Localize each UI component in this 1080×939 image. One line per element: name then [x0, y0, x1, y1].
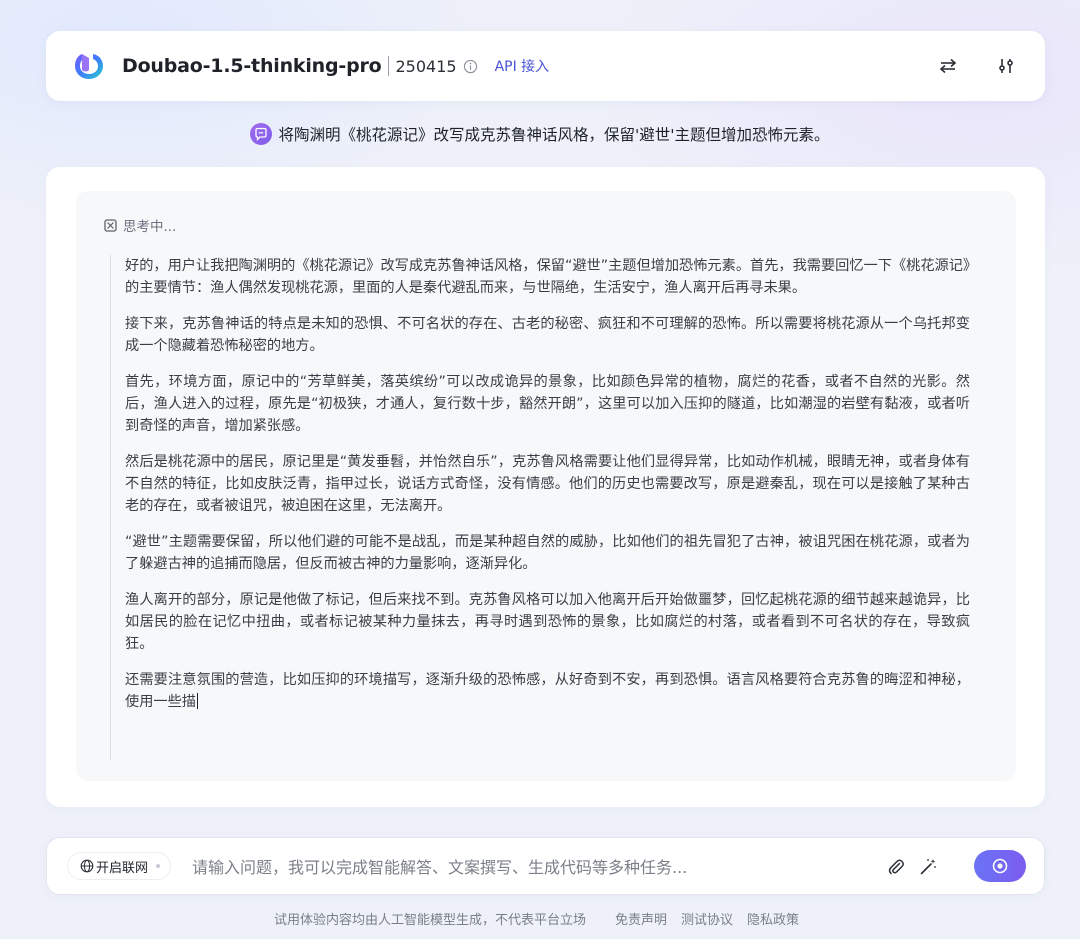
thinking-paragraph: 首先，环境方面，原记中的“芳草鲜美，落英缤纷”可以改成诡异的景象，比如颜色异常的…: [125, 374, 970, 434]
switch-arrows-icon[interactable]: [935, 53, 961, 79]
toggle-indicator-dot: [156, 864, 161, 868]
user-message: 将陶渊明《桃花源记》改写成克苏鲁神话风格，保留'避世'主题但增加恐怖元素。: [0, 118, 1080, 150]
model-version: 250415: [395, 56, 457, 76]
thinking-paragraph: 渔人离开的部分，原记是他做了标记，但后来找不到。克苏鲁风格可以加入他离开后开始做…: [125, 592, 970, 652]
chat-input[interactable]: [192, 852, 882, 882]
api-access-link[interactable]: API 接入: [495, 56, 550, 76]
thinking-paragraph: 接下来，克苏鲁神话的特点是未知的恐惧、不可名状的存在、古老的秘密、疯狂和不可理解…: [125, 316, 970, 354]
thinking-paragraph-last: 还需要注意氛围的营造，比如压抑的环境描写，逐渐升级的恐怖感，从好奇到不安，再到恐…: [125, 669, 970, 713]
paperclip-icon[interactable]: [885, 856, 907, 878]
thinking-panel: 思考中... 好的，用户让我把陶渊明的《桃花源记》改写成克苏鲁神话风格，保留“避…: [76, 191, 1016, 781]
thinking-status[interactable]: 思考中...: [104, 215, 176, 235]
doubao-logo-icon: [72, 49, 106, 83]
send-icon: [992, 858, 1008, 874]
footer-disclaimer: 试用体验内容均由人工智能模型生成，不代表平台立场: [273, 912, 586, 928]
header-actions: [935, 31, 1019, 101]
info-icon[interactable]: [463, 58, 479, 74]
web-search-toggle[interactable]: 开启联网: [67, 852, 172, 880]
footer-link-privacy-policy[interactable]: 隐私政策: [747, 909, 799, 928]
thinking-paragraph-text: 还需要注意氛围的营造，比如压抑的环境描写，逐渐升级的恐怖感，从好奇到不安，再到恐…: [125, 672, 970, 710]
settings-sliders-icon[interactable]: [993, 53, 1019, 79]
footer-link-test-agreement[interactable]: 测试协议: [681, 909, 733, 928]
thinking-paragraph: “避世”主题需要保留，所以他们避的可能不是战乱，而是某种超自然的威胁，比如他们的…: [125, 534, 970, 572]
thinking-status-label: 思考中...: [123, 219, 177, 235]
typing-caret: [196, 693, 198, 709]
thinking-icon: [104, 218, 117, 232]
thinking-paragraph: 然后是桃花源中的居民，原记里是“黄发垂髫，并怡然自乐”，克苏鲁风格需要让他们显得…: [125, 454, 970, 514]
divider: [387, 56, 389, 76]
web-search-label: 开启联网: [96, 860, 149, 876]
model-name: Doubao-1.5-thinking-pro: [122, 55, 382, 77]
send-button[interactable]: [974, 850, 1026, 882]
user-prompt-text: 将陶渊明《桃花源记》改写成克苏鲁神话风格，保留'避世'主题但增加恐怖元素。: [278, 126, 830, 144]
magic-wand-icon[interactable]: [917, 856, 939, 878]
footer-link-disclaimer[interactable]: 免责声明: [615, 909, 667, 928]
user-chat-bubble-icon: [250, 123, 273, 145]
globe-icon: [80, 859, 94, 873]
footer: 试用体验内容均由人工智能模型生成，不代表平台立场 免责声明 测试协议 隐私政策: [0, 907, 1080, 929]
thinking-content: 好的，用户让我把陶渊明的《桃花源记》改写成克苏鲁神话风格，保留“避世”主题但增加…: [110, 255, 970, 760]
chat-input-bar: 开启联网: [46, 837, 1045, 895]
response-card: 思考中... 好的，用户让我把陶渊明的《桃花源记》改写成克苏鲁神话风格，保留“避…: [46, 167, 1045, 807]
thinking-paragraph: 好的，用户让我把陶渊明的《桃花源记》改写成克苏鲁神话风格，保留“避世”主题但增加…: [125, 258, 970, 296]
model-header: Doubao-1.5-thinking-pro 250415 API 接入: [46, 31, 1045, 101]
